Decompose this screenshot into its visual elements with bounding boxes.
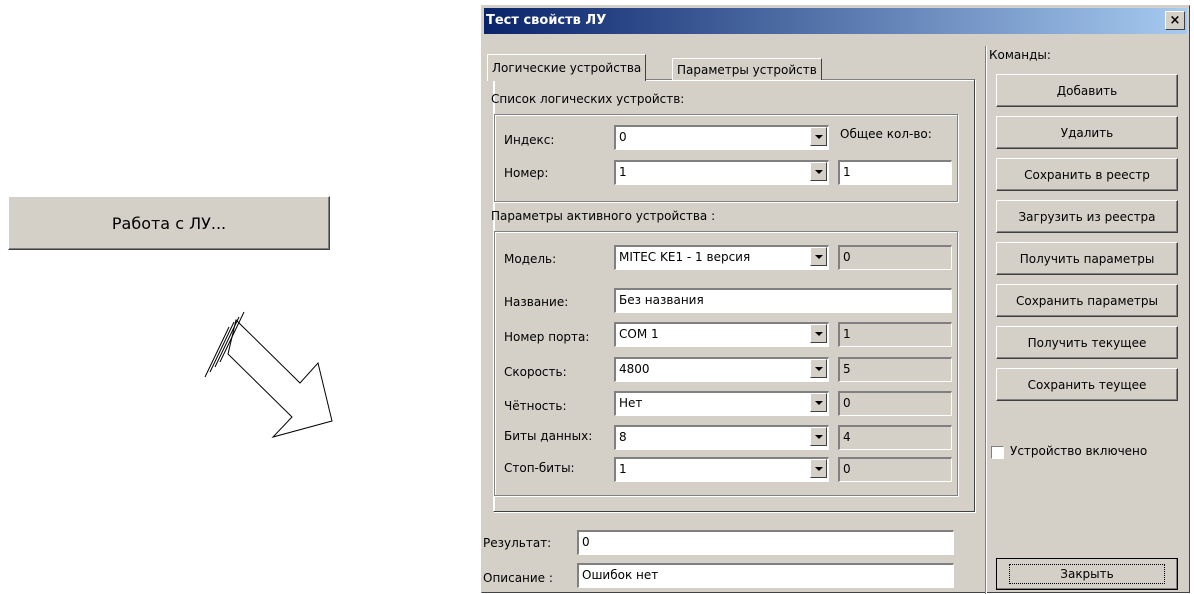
description-field[interactable]: Ошибок нет xyxy=(577,563,954,588)
tab-device-params-label: Параметры устройств xyxy=(677,63,817,77)
close-button[interactable]: Закрыть xyxy=(996,558,1178,590)
model-label: Модель: xyxy=(504,252,557,266)
port-value: COM 1 xyxy=(614,322,829,347)
device-enabled-checkbox[interactable] xyxy=(991,446,1004,459)
number-value: 1 xyxy=(614,160,829,185)
chevron-down-icon[interactable] xyxy=(810,427,827,446)
parity-value: Нет xyxy=(614,391,829,416)
work-with-lu-button[interactable]: Работа с ЛУ... xyxy=(8,196,330,250)
port-label: Номер порта: xyxy=(504,330,590,344)
get-params-label: Получить параметры xyxy=(1019,251,1155,266)
tab-logical-devices[interactable]: Логические устройства xyxy=(487,54,647,81)
port-combo[interactable]: COM 1 xyxy=(614,322,829,347)
delete-button-label: Удалить xyxy=(1060,125,1114,140)
port-code-field: 1 xyxy=(838,322,952,347)
databits-value: 8 xyxy=(614,425,829,450)
result-label: Результат: xyxy=(483,536,552,550)
tab-device-params[interactable]: Параметры устройств xyxy=(672,58,822,80)
index-label: Индекс: xyxy=(504,133,555,147)
speed-label: Скорость: xyxy=(504,365,567,379)
title-bar[interactable]: Тест свойств ЛУ × xyxy=(484,8,1187,34)
number-combo[interactable]: 1 xyxy=(614,160,829,185)
get-current-button[interactable]: Получить текущее xyxy=(996,326,1178,359)
device-enabled-label: Устройство включено xyxy=(1010,444,1148,458)
total-label: Общее кол-во: xyxy=(840,127,932,141)
parity-combo[interactable]: Нет xyxy=(614,391,829,416)
total-field[interactable]: 1 xyxy=(838,160,952,185)
commands-title: Команды: xyxy=(989,48,1051,62)
index-value: 0 xyxy=(614,125,829,150)
load-from-registry-button[interactable]: Загрузить из реестра xyxy=(996,200,1178,233)
result-field[interactable]: 0 xyxy=(577,530,954,555)
parity-code-field: 0 xyxy=(838,391,952,416)
get-current-label: Получить текущее xyxy=(1027,335,1147,350)
name-field[interactable]: Без названия xyxy=(614,288,952,313)
databits-code-field: 4 xyxy=(838,425,952,450)
get-params-button[interactable]: Получить параметры xyxy=(996,242,1178,275)
arrow-shape xyxy=(227,319,333,438)
databits-combo[interactable]: 8 xyxy=(614,425,829,450)
stopbits-label: Стоп-биты: xyxy=(504,461,575,475)
save-to-registry-label: Сохранить в реестр xyxy=(1024,167,1150,182)
chevron-down-icon[interactable] xyxy=(810,359,827,378)
tab-logical-devices-label: Логические устройства xyxy=(492,61,642,75)
stopbits-combo[interactable]: 1 xyxy=(614,457,829,482)
work-with-lu-label: Работа с ЛУ... xyxy=(111,213,227,233)
chevron-down-icon[interactable] xyxy=(810,393,827,412)
dialog-window: Тест свойств ЛУ × Логические устройства … xyxy=(481,5,1190,594)
commands-divider xyxy=(985,46,986,594)
save-params-button[interactable]: Сохранить параметры xyxy=(996,284,1178,317)
save-current-label: Сохранить теущее xyxy=(1027,377,1147,392)
chevron-down-icon[interactable] xyxy=(810,127,827,146)
chevron-down-icon[interactable] xyxy=(810,459,827,478)
arrow-graphic xyxy=(204,311,333,438)
window-title: Тест свойств ЛУ xyxy=(486,13,607,28)
close-icon[interactable]: × xyxy=(1165,11,1185,30)
save-params-label: Сохранить параметры xyxy=(1015,293,1158,308)
add-button[interactable]: Добавить xyxy=(996,74,1178,107)
device-list-title: Список логических устройств: xyxy=(491,92,685,106)
load-from-registry-label: Загрузить из реестра xyxy=(1018,209,1156,224)
name-label: Название: xyxy=(504,295,569,309)
model-code-field: 0 xyxy=(838,245,952,270)
save-to-registry-button[interactable]: Сохранить в реестр xyxy=(996,158,1178,191)
close-button-label: Закрыть xyxy=(1009,564,1165,584)
databits-label: Биты данных: xyxy=(504,429,593,443)
chevron-down-icon[interactable] xyxy=(810,324,827,343)
speed-code-field: 5 xyxy=(838,357,952,382)
index-combo[interactable]: 0 xyxy=(614,125,829,150)
delete-button[interactable]: Удалить xyxy=(996,116,1178,149)
chevron-down-icon[interactable] xyxy=(810,162,827,181)
add-button-label: Добавить xyxy=(1056,83,1118,98)
model-value: MITEC KE1 - 1 версия xyxy=(614,245,829,270)
description-label: Описание : xyxy=(483,571,553,585)
speed-combo[interactable]: 4800 xyxy=(614,357,829,382)
arrow-stripe-4 xyxy=(204,326,230,378)
chevron-down-icon[interactable] xyxy=(810,247,827,266)
number-label: Номер: xyxy=(504,166,549,180)
save-current-button[interactable]: Сохранить теущее xyxy=(996,368,1178,401)
stopbits-code-field: 0 xyxy=(838,457,952,482)
parity-label: Чётность: xyxy=(504,399,567,413)
active-params-title: Параметры активного устройства : xyxy=(491,209,716,223)
model-combo[interactable]: MITEC KE1 - 1 версия xyxy=(614,245,829,270)
speed-value: 4800 xyxy=(614,357,829,382)
stopbits-value: 1 xyxy=(614,457,829,482)
